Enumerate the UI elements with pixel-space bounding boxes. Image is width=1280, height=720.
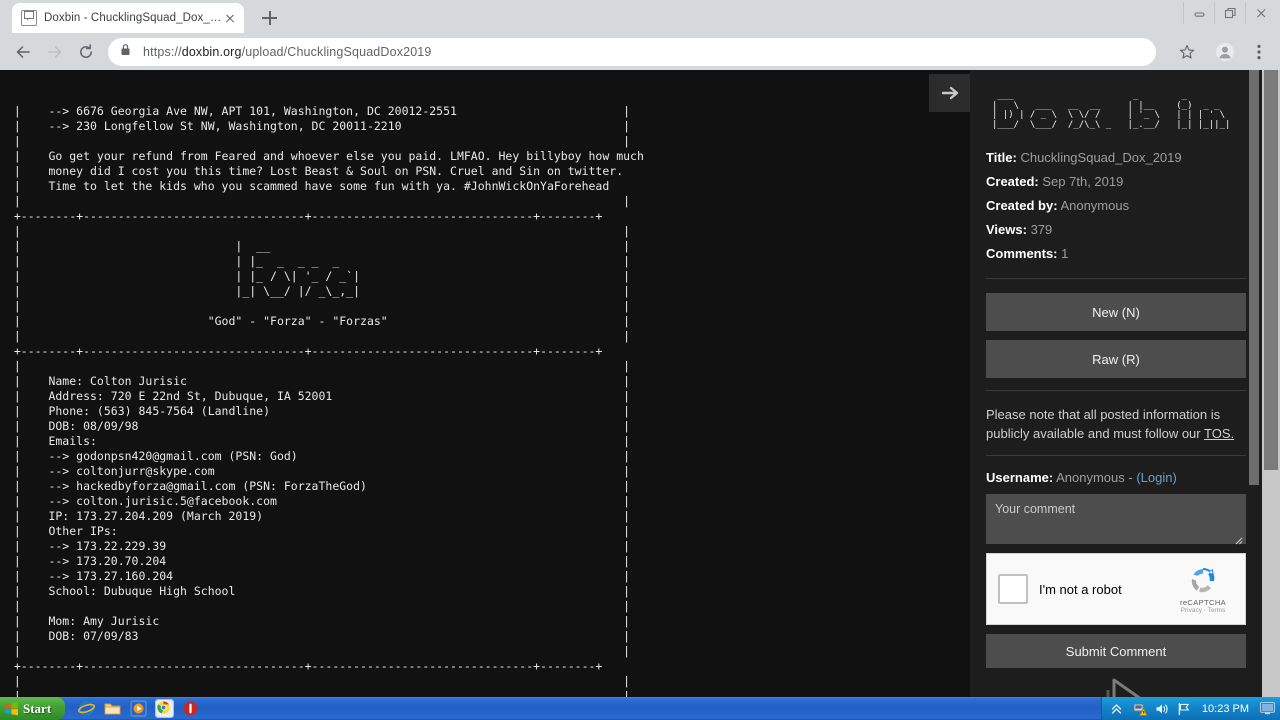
meta-value-created-by: Anonymous (1060, 198, 1130, 213)
media-player-icon[interactable] (130, 700, 147, 717)
windows-flag-icon (4, 701, 19, 716)
submit-comment-button[interactable]: Submit Comment (986, 634, 1246, 668)
start-button[interactable]: Start (0, 697, 66, 720)
address-bar[interactable]: https://doxbin.org/upload/ChucklingSquad… (108, 38, 1156, 66)
browser-chrome: Doxbin - ChucklingSquad_Dox_2019 https:/… (0, 0, 1280, 70)
flag-icon[interactable] (1177, 702, 1191, 716)
username-value: Anonymous (1056, 470, 1125, 485)
tab-strip: Doxbin - ChucklingSquad_Dox_2019 (0, 0, 1280, 33)
meta-row-views: Views: 379 (986, 218, 1246, 242)
divider (986, 390, 1246, 391)
sidebar-scrollbar[interactable] (1246, 70, 1262, 700)
recaptcha-widget[interactable]: I'm not a robot reCAPTCHA Privacy - Term… (986, 553, 1246, 625)
recaptcha-terms-text: Privacy - Terms (1180, 606, 1226, 614)
nav-toolbar: https://doxbin.org/upload/ChucklingSquad… (0, 33, 1280, 70)
window-controls (1183, 2, 1276, 24)
divider (986, 278, 1246, 279)
page-scrollbar[interactable] (1262, 70, 1280, 700)
meta-value-views: 379 (1030, 222, 1053, 237)
comment-input[interactable] (986, 494, 1246, 544)
browser-tab[interactable]: Doxbin - ChucklingSquad_Dox_2019 (12, 3, 244, 33)
meta-value-comments: 1 (1061, 246, 1069, 261)
internet-explorer-icon[interactable] (78, 700, 96, 717)
tab-title: Doxbin - ChucklingSquad_Dox_2019 (44, 12, 222, 24)
recaptcha-label: I'm not a robot (1039, 581, 1122, 597)
raw-button[interactable]: Raw (R) (986, 340, 1246, 378)
back-arrow-icon[interactable] (10, 39, 36, 65)
doxbin-ascii-logo: ___ _ _ | \ ___ __ __ | |__ (_) _ _ | |)… (992, 91, 1231, 130)
start-label: Start (23, 700, 52, 716)
meta-label-views: Views: (986, 222, 1027, 237)
reload-icon[interactable] (73, 39, 99, 65)
url-host: doxbin.org (181, 45, 242, 59)
divider (986, 455, 1246, 456)
forward-arrow-icon[interactable] (42, 39, 68, 65)
lock-icon (120, 43, 134, 61)
new-button[interactable]: New (N) (986, 293, 1246, 331)
network-warning-icon[interactable] (1133, 702, 1148, 716)
taskbar: Start 10:23 PM (0, 697, 1280, 720)
system-tray: 10:23 PM (1100, 697, 1280, 720)
meta-value-title: ChucklingSquad_Dox_2019 (1020, 150, 1182, 165)
chrome-icon[interactable] (155, 699, 175, 718)
username-label: Username: (986, 470, 1054, 485)
meta-row-created: Created: Sep 7th, 2019 (986, 170, 1246, 194)
url-path: /upload/ChucklingSquadDox2019 (241, 45, 432, 59)
scroll-top-button[interactable] (929, 74, 970, 112)
recaptcha-branding: reCAPTCHA Privacy - Terms (1172, 565, 1234, 614)
shield-stop-icon[interactable] (182, 700, 199, 717)
tos-notice-text: Please note that all posted information … (986, 407, 1221, 441)
minimize-icon[interactable] (1183, 2, 1214, 24)
username-separator: - (1124, 470, 1137, 485)
page-viewport: | --> 6676 Georgia Ave NW, APT 101, Wash… (0, 70, 1280, 700)
meta-label-comments: Comments: (986, 246, 1058, 261)
profile-avatar-icon[interactable] (1214, 41, 1236, 63)
dox-content: | --> 6676 Georgia Ave NW, APT 101, Wash… (0, 70, 970, 700)
new-tab-button[interactable] (258, 7, 282, 29)
dox-text: | --> 6676 Georgia Ave NW, APT 101, Wash… (13, 104, 644, 700)
meta-row-title: Title: ChucklingSquad_Dox_2019 (986, 146, 1246, 170)
quick-launch-bar (78, 699, 199, 718)
three-dot-menu-icon[interactable] (1248, 41, 1270, 63)
meta-row-created-by: Created by: Anonymous (986, 194, 1246, 218)
show-desktop-icon[interactable] (1260, 701, 1275, 716)
tos-link[interactable]: TOS. (1204, 426, 1234, 441)
close-icon[interactable] (1245, 2, 1276, 24)
url-scheme: https:// (143, 45, 182, 59)
sidebar-scrollbar-thumb[interactable] (1249, 70, 1259, 485)
volume-icon[interactable] (1155, 702, 1169, 716)
recaptcha-brand-text: reCAPTCHA (1179, 597, 1227, 607)
meta-label-created-by: Created by: (986, 198, 1058, 213)
chevron-up-icon[interactable] (1111, 702, 1125, 716)
url-text: https://doxbin.org/upload/ChucklingSquad… (143, 45, 432, 59)
info-sidebar: ___ _ _ | \ ___ __ __ | |__ (_) _ _ | |)… (970, 70, 1262, 700)
page-scrollbar-thumb[interactable] (1264, 70, 1278, 470)
recaptcha-checkbox[interactable] (998, 574, 1028, 604)
doxbin-favicon (21, 10, 37, 26)
post-metadata: Title: ChucklingSquad_Dox_2019 Created: … (986, 146, 1246, 266)
meta-label-title: Title: (986, 150, 1017, 165)
tos-notice: Please note that all posted information … (986, 405, 1246, 443)
login-link[interactable]: (Login) (1136, 470, 1176, 485)
meta-label-created: Created: (986, 174, 1039, 189)
meta-row-comments: Comments: 1 (986, 242, 1246, 266)
recaptcha-logo-icon (1187, 565, 1219, 597)
restore-icon[interactable] (1214, 2, 1245, 24)
browser-window: Doxbin - ChucklingSquad_Dox_2019 https:/… (0, 0, 1280, 720)
meta-value-created: Sep 7th, 2019 (1042, 174, 1124, 189)
star-icon[interactable] (1176, 41, 1198, 63)
taskbar-clock[interactable]: 10:23 PM (1202, 703, 1249, 715)
file-explorer-icon[interactable] (104, 700, 121, 717)
username-row: Username: Anonymous - (Login) (986, 470, 1246, 485)
close-icon[interactable] (222, 10, 238, 26)
